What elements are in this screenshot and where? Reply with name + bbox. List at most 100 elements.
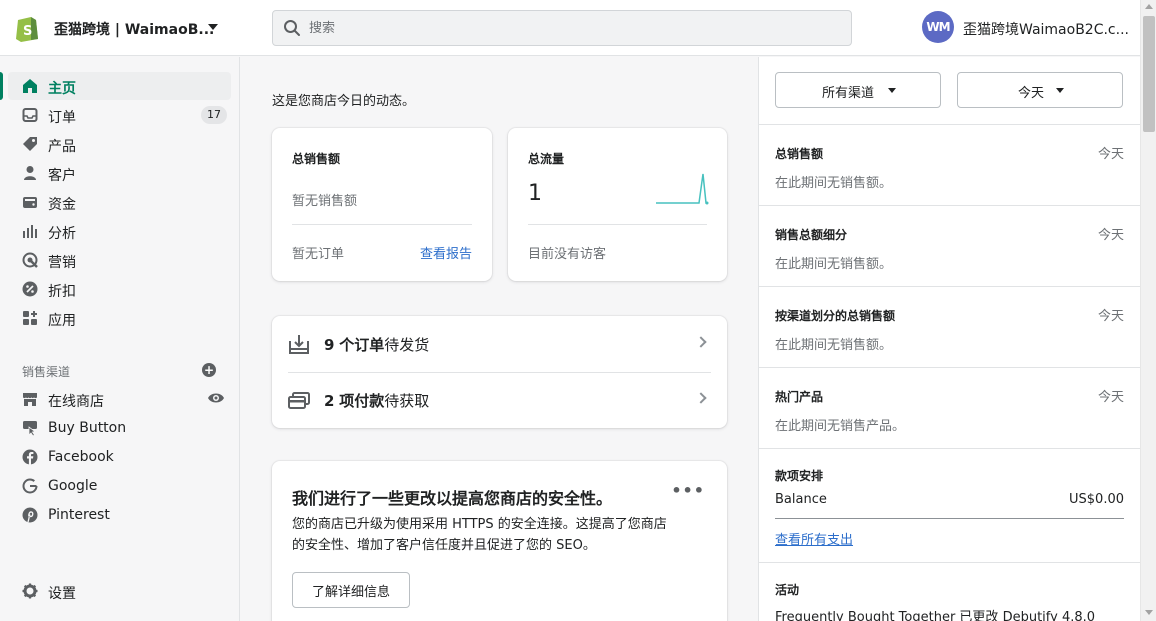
- orders-icon: [22, 108, 38, 122]
- sidebar-item-label: Google: [48, 478, 98, 494]
- chevron-right-icon: [695, 336, 707, 348]
- sidebar-item-label: 设置: [48, 586, 76, 602]
- sidebar-item-facebook[interactable]: Facebook: [8, 443, 231, 471]
- section-title: 按渠道划分的总销售额: [775, 309, 896, 323]
- page-scrollbar[interactable]: [1140, 0, 1156, 621]
- divider: [528, 224, 707, 225]
- sales-breakdown-section: 销售总额细分 今天 在此期间无销售额。: [759, 205, 1140, 286]
- sidebar-item-label: 折扣: [48, 284, 76, 300]
- add-channel-icon[interactable]: +: [202, 363, 216, 377]
- buy-button-icon: [23, 421, 37, 436]
- date-filter-label: 今天: [1018, 86, 1045, 101]
- target-icon: [22, 252, 38, 268]
- facebook-icon: [22, 449, 38, 465]
- task-label: 2 项付款待获取: [324, 392, 430, 410]
- sidebar-item-label: 应用: [48, 313, 76, 329]
- payouts-section: 款项安排 Balance US$0.00 查看所有支出: [759, 448, 1140, 562]
- sidebar-item-analytics[interactable]: 分析: [8, 217, 231, 245]
- sidebar: 主页 订单 17 产品 客户 资金 分析 营销 折扣 应用 销售渠道 + 在线商…: [0, 57, 240, 621]
- traffic-value: 1: [528, 181, 542, 206]
- sidebar-item-buy-button[interactable]: Buy Button: [8, 414, 231, 442]
- sidebar-item-products[interactable]: 产品: [8, 130, 231, 158]
- user-name[interactable]: 歪猫跨境WaimaoB2C.c...: [963, 19, 1129, 39]
- card-title: 总流量: [528, 152, 565, 166]
- activity-item[interactable]: Frequently Bought Together 已更改 Debutify …: [775, 606, 1095, 621]
- balance-label: Balance: [775, 492, 827, 507]
- search-input[interactable]: [309, 18, 829, 38]
- sidebar-item-google[interactable]: Google: [8, 472, 231, 500]
- divider: [292, 224, 472, 225]
- wallet-icon: [23, 197, 37, 208]
- google-icon: [22, 478, 38, 494]
- section-title: 总销售额: [775, 147, 824, 161]
- channel-filter-label: 所有渠道: [822, 86, 875, 101]
- card-title: 总销售额: [292, 152, 341, 166]
- balance-value: US$0.00: [1069, 492, 1124, 507]
- scroll-up-arrow-icon[interactable]: [1145, 4, 1153, 9]
- top-bar: S 歪猫跨境 | WaimaoB... WM 歪猫跨境WaimaoB2C.c..…: [0, 0, 1140, 56]
- security-card-title: 我们进行了一些更改以提高您商店的安全性。: [292, 489, 613, 508]
- section-title: 款项安排: [775, 469, 824, 483]
- store-name[interactable]: 歪猫跨境 | WaimaoB...: [54, 19, 214, 39]
- sidebar-item-discounts[interactable]: 折扣: [8, 275, 231, 303]
- sales-empty-text: 暂无销售额: [292, 194, 358, 209]
- sidebar-item-label: 营销: [48, 255, 76, 271]
- sidebar-item-label: Facebook: [48, 449, 114, 465]
- security-card-body: 您的商店已升级为使用采用 HTTPS 的安全连接。这提高了您商店的安全性、增加了…: [292, 517, 667, 553]
- tasks-card: 9 个订单待发货 2 项付款待获取: [272, 316, 727, 428]
- person-icon: [24, 166, 36, 180]
- divider: [775, 518, 1124, 519]
- sidebar-item-label: 分析: [48, 226, 76, 242]
- scroll-thumb[interactable]: [1143, 16, 1155, 132]
- sidebar-item-marketing[interactable]: 营销: [8, 246, 231, 274]
- total-traffic-card: 总流量 1 目前没有访客: [508, 128, 727, 281]
- page-intro: 这是您商店今日的动态。: [272, 94, 416, 109]
- section-title: 热门产品: [775, 390, 824, 404]
- section-title: 销售总额细分: [775, 228, 848, 242]
- activity-section: 活动 Frequently Bought Together 已更改 Debuti…: [759, 562, 1140, 621]
- traffic-sparkline: [656, 173, 709, 205]
- payments-to-capture-row[interactable]: 2 项付款待获取: [272, 372, 727, 428]
- learn-more-button[interactable]: 了解详细信息: [292, 572, 410, 608]
- bar-chart-icon: [23, 225, 37, 238]
- section-text: 在此期间无销售额。: [775, 338, 893, 353]
- orders-count-badge: 17: [201, 106, 227, 124]
- sidebar-item-orders[interactable]: 订单 17: [8, 101, 231, 129]
- sidebar-item-customers[interactable]: 客户: [8, 159, 231, 187]
- eye-icon[interactable]: [207, 391, 225, 405]
- sidebar-item-label: 在线商店: [48, 394, 104, 410]
- orders-to-fulfill-row[interactable]: 9 个订单待发货: [272, 316, 727, 372]
- avatar[interactable]: WM: [922, 11, 954, 43]
- discount-icon: [22, 281, 38, 297]
- svg-text:S: S: [23, 24, 32, 39]
- section-period: 今天: [1097, 309, 1124, 324]
- sales-by-channel-section: 按渠道划分的总销售额 今天 在此期间无销售额。: [759, 286, 1140, 367]
- view-all-payouts-link[interactable]: 查看所有支出: [775, 529, 853, 548]
- download-box-icon: [289, 335, 309, 354]
- top-products-section: 热门产品 今天 在此期间无销售产品。: [759, 367, 1140, 448]
- section-period: 今天: [1097, 390, 1124, 405]
- sidebar-item-home[interactable]: 主页: [0, 72, 231, 100]
- search-bar[interactable]: [272, 10, 852, 46]
- security-card: 我们进行了一些更改以提高您商店的安全性。 ••• 您的商店已升级为使用采用 HT…: [272, 461, 727, 621]
- sidebar-item-finances[interactable]: 资金: [8, 188, 231, 216]
- sidebar-item-online-store[interactable]: 在线商店: [8, 385, 231, 413]
- section-text: 在此期间无销售额。: [775, 176, 893, 191]
- sidebar-item-label: 订单: [48, 110, 76, 126]
- shopify-logo[interactable]: S: [14, 14, 40, 42]
- total-sales-card: 总销售额 暂无销售额 暂无订单 查看报告: [272, 128, 492, 281]
- credit-card-icon: [288, 392, 310, 409]
- search-icon: [284, 20, 300, 36]
- right-panel: 所有渠道 今天 总销售额 今天 在此期间无销售额。 销售总额细分 今天 在此期间…: [758, 57, 1140, 621]
- channel-filter-dropdown[interactable]: 所有渠道: [775, 72, 941, 108]
- view-report-link[interactable]: 查看报告: [420, 243, 472, 262]
- sidebar-item-settings[interactable]: 设置: [8, 577, 231, 605]
- date-filter-dropdown[interactable]: 今天: [957, 72, 1123, 108]
- gear-icon: [22, 583, 38, 599]
- caret-down-icon[interactable]: [208, 24, 218, 30]
- more-options-icon[interactable]: •••: [671, 481, 705, 500]
- sidebar-item-pinterest[interactable]: Pinterest: [8, 501, 231, 529]
- sidebar-item-label: 资金: [48, 197, 76, 213]
- scroll-down-arrow-icon[interactable]: [1145, 610, 1153, 615]
- sidebar-item-apps[interactable]: 应用: [8, 304, 231, 332]
